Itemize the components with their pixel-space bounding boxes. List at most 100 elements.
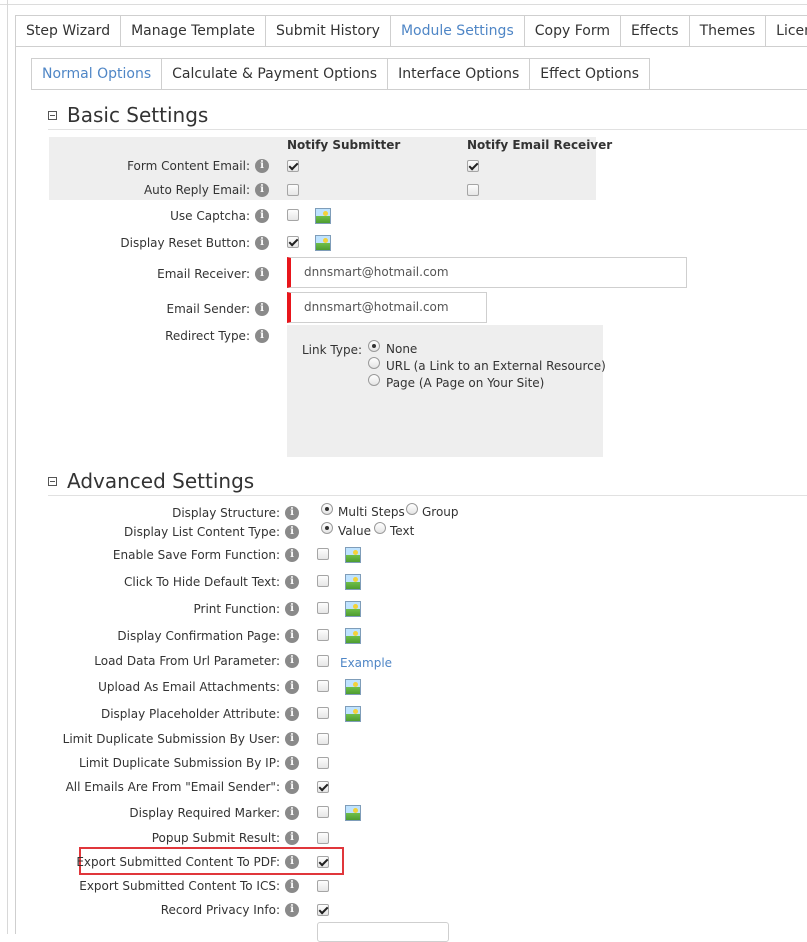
link-type-page-radio[interactable] [368, 374, 380, 386]
use-captcha-label: Use Captcha: [170, 209, 250, 223]
list-type-value-radio[interactable] [321, 522, 333, 534]
display-required-marker-checkbox[interactable] [317, 806, 329, 818]
tab-normal-options[interactable]: Normal Options [31, 58, 163, 90]
tab-effect-options[interactable]: Effect Options [530, 58, 651, 90]
info-icon[interactable]: i [285, 680, 299, 694]
display-confirmation-checkbox[interactable] [317, 629, 329, 641]
export-ics-label: Export Submitted Content To ICS: [79, 879, 280, 893]
tab-interface-options[interactable]: Interface Options [388, 58, 531, 90]
popup-submit-result-checkbox[interactable] [317, 832, 329, 844]
collapse-icon[interactable] [48, 477, 57, 486]
info-icon[interactable]: i [285, 548, 299, 562]
form-content-email-receiver-checkbox[interactable] [467, 160, 479, 172]
all-emails-sender-label: All Emails Are From "Email Sender": [65, 780, 280, 794]
info-icon[interactable]: i [285, 602, 299, 616]
email-receiver-label: Email Receiver: [157, 267, 250, 281]
tab-module-settings[interactable]: Module Settings [390, 15, 525, 47]
info-icon[interactable]: i [285, 756, 299, 770]
info-icon[interactable]: i [285, 831, 299, 845]
top-tab-bar: Step Wizard Manage Template Submit Histo… [15, 15, 807, 47]
email-sender-label: Email Sender: [166, 302, 250, 316]
preview-image-icon[interactable] [345, 628, 361, 644]
preview-image-icon[interactable] [345, 601, 361, 617]
tab-submit-history[interactable]: Submit History [266, 15, 391, 47]
advanced-settings-header: Advanced Settings [48, 466, 807, 496]
info-icon[interactable]: i [255, 236, 269, 250]
upload-attachments-checkbox[interactable] [317, 680, 329, 692]
enable-save-form-checkbox[interactable] [317, 548, 329, 560]
window-left-border [7, 0, 8, 934]
export-ics-checkbox[interactable] [317, 880, 329, 892]
info-icon[interactable]: i [285, 879, 299, 893]
auto-reply-receiver-checkbox[interactable] [467, 184, 479, 196]
tab-calculate-payment-options[interactable]: Calculate & Payment Options [162, 58, 389, 90]
preview-image-icon[interactable] [315, 235, 331, 251]
limit-dup-ip-label: Limit Duplicate Submission By IP: [79, 756, 280, 770]
info-icon[interactable]: i [255, 329, 269, 343]
info-icon[interactable]: i [285, 525, 299, 539]
upload-attachments-label: Upload As Email Attachments: [98, 680, 280, 694]
preview-image-icon[interactable] [345, 547, 361, 563]
list-type-value-text: Value [338, 524, 371, 538]
sub-tab-bar: Normal Options Calculate & Payment Optio… [31, 58, 651, 90]
limit-dup-ip-checkbox[interactable] [317, 757, 329, 769]
list-type-text-radio[interactable] [374, 522, 386, 534]
tab-manage-template[interactable]: Manage Template [121, 15, 267, 47]
link-type-none-text: None [386, 342, 418, 356]
preview-image-icon[interactable] [345, 574, 361, 590]
print-function-checkbox[interactable] [317, 602, 329, 614]
info-icon[interactable]: i [285, 654, 299, 668]
auto-reply-submitter-checkbox[interactable] [287, 184, 299, 196]
preview-image-icon[interactable] [345, 679, 361, 695]
display-structure-label: Display Structure: [172, 506, 280, 520]
info-icon[interactable]: i [285, 707, 299, 721]
email-receiver-input[interactable]: dnnsmart@hotmail.com [287, 257, 687, 288]
record-privacy-checkbox[interactable] [317, 904, 329, 916]
structure-multi-steps-radio[interactable] [321, 503, 333, 515]
email-sender-input[interactable]: dnnsmart@hotmail.com [287, 292, 487, 323]
click-hide-default-checkbox[interactable] [317, 575, 329, 587]
use-captcha-checkbox[interactable] [287, 209, 299, 221]
link-type-none-radio[interactable] [368, 340, 380, 352]
info-icon[interactable]: i [285, 806, 299, 820]
info-icon[interactable]: i [285, 575, 299, 589]
info-icon[interactable]: i [285, 506, 299, 520]
enable-save-form-label: Enable Save Form Function: [112, 548, 280, 562]
link-type-label: Link Type: [302, 343, 362, 357]
link-type-page-text: Page (A Page on Your Site) [386, 376, 545, 390]
collapse-icon[interactable] [48, 111, 57, 120]
window-top-border [0, 4, 807, 5]
tab-copy-form[interactable]: Copy Form [524, 15, 621, 47]
form-content-email-submitter-checkbox[interactable] [287, 160, 299, 172]
list-type-text-text: Text [390, 524, 415, 538]
tab-step-wizard[interactable]: Step Wizard [15, 15, 122, 47]
info-icon[interactable]: i [255, 183, 269, 197]
tab-license[interactable]: License [766, 15, 807, 47]
preview-image-icon[interactable] [315, 208, 331, 224]
structure-group-radio[interactable] [406, 503, 418, 515]
example-link[interactable]: Example [340, 656, 392, 670]
info-icon[interactable]: i [285, 903, 299, 917]
info-icon[interactable]: i [255, 159, 269, 173]
tab-themes[interactable]: Themes [689, 15, 767, 47]
limit-dup-user-checkbox[interactable] [317, 733, 329, 745]
link-type-url-radio[interactable] [368, 357, 380, 369]
info-icon[interactable]: i [285, 732, 299, 746]
sub-tab-divider [31, 89, 807, 90]
preview-image-icon[interactable] [345, 706, 361, 722]
info-icon[interactable]: i [285, 780, 299, 794]
export-pdf-checkbox[interactable] [317, 856, 329, 868]
display-placeholder-checkbox[interactable] [317, 707, 329, 719]
tab-effects[interactable]: Effects [620, 15, 690, 47]
display-reset-button-checkbox[interactable] [287, 236, 299, 248]
all-emails-sender-checkbox[interactable] [317, 781, 329, 793]
info-icon[interactable]: i [255, 209, 269, 223]
info-icon[interactable]: i [255, 267, 269, 281]
info-icon[interactable]: i [285, 629, 299, 643]
info-icon[interactable]: i [285, 855, 299, 869]
load-data-url-checkbox[interactable] [317, 655, 329, 667]
preview-image-icon[interactable] [345, 805, 361, 821]
partial-input-field[interactable] [317, 922, 449, 942]
info-icon[interactable]: i [255, 302, 269, 316]
basic-settings-title: Basic Settings [67, 102, 209, 127]
